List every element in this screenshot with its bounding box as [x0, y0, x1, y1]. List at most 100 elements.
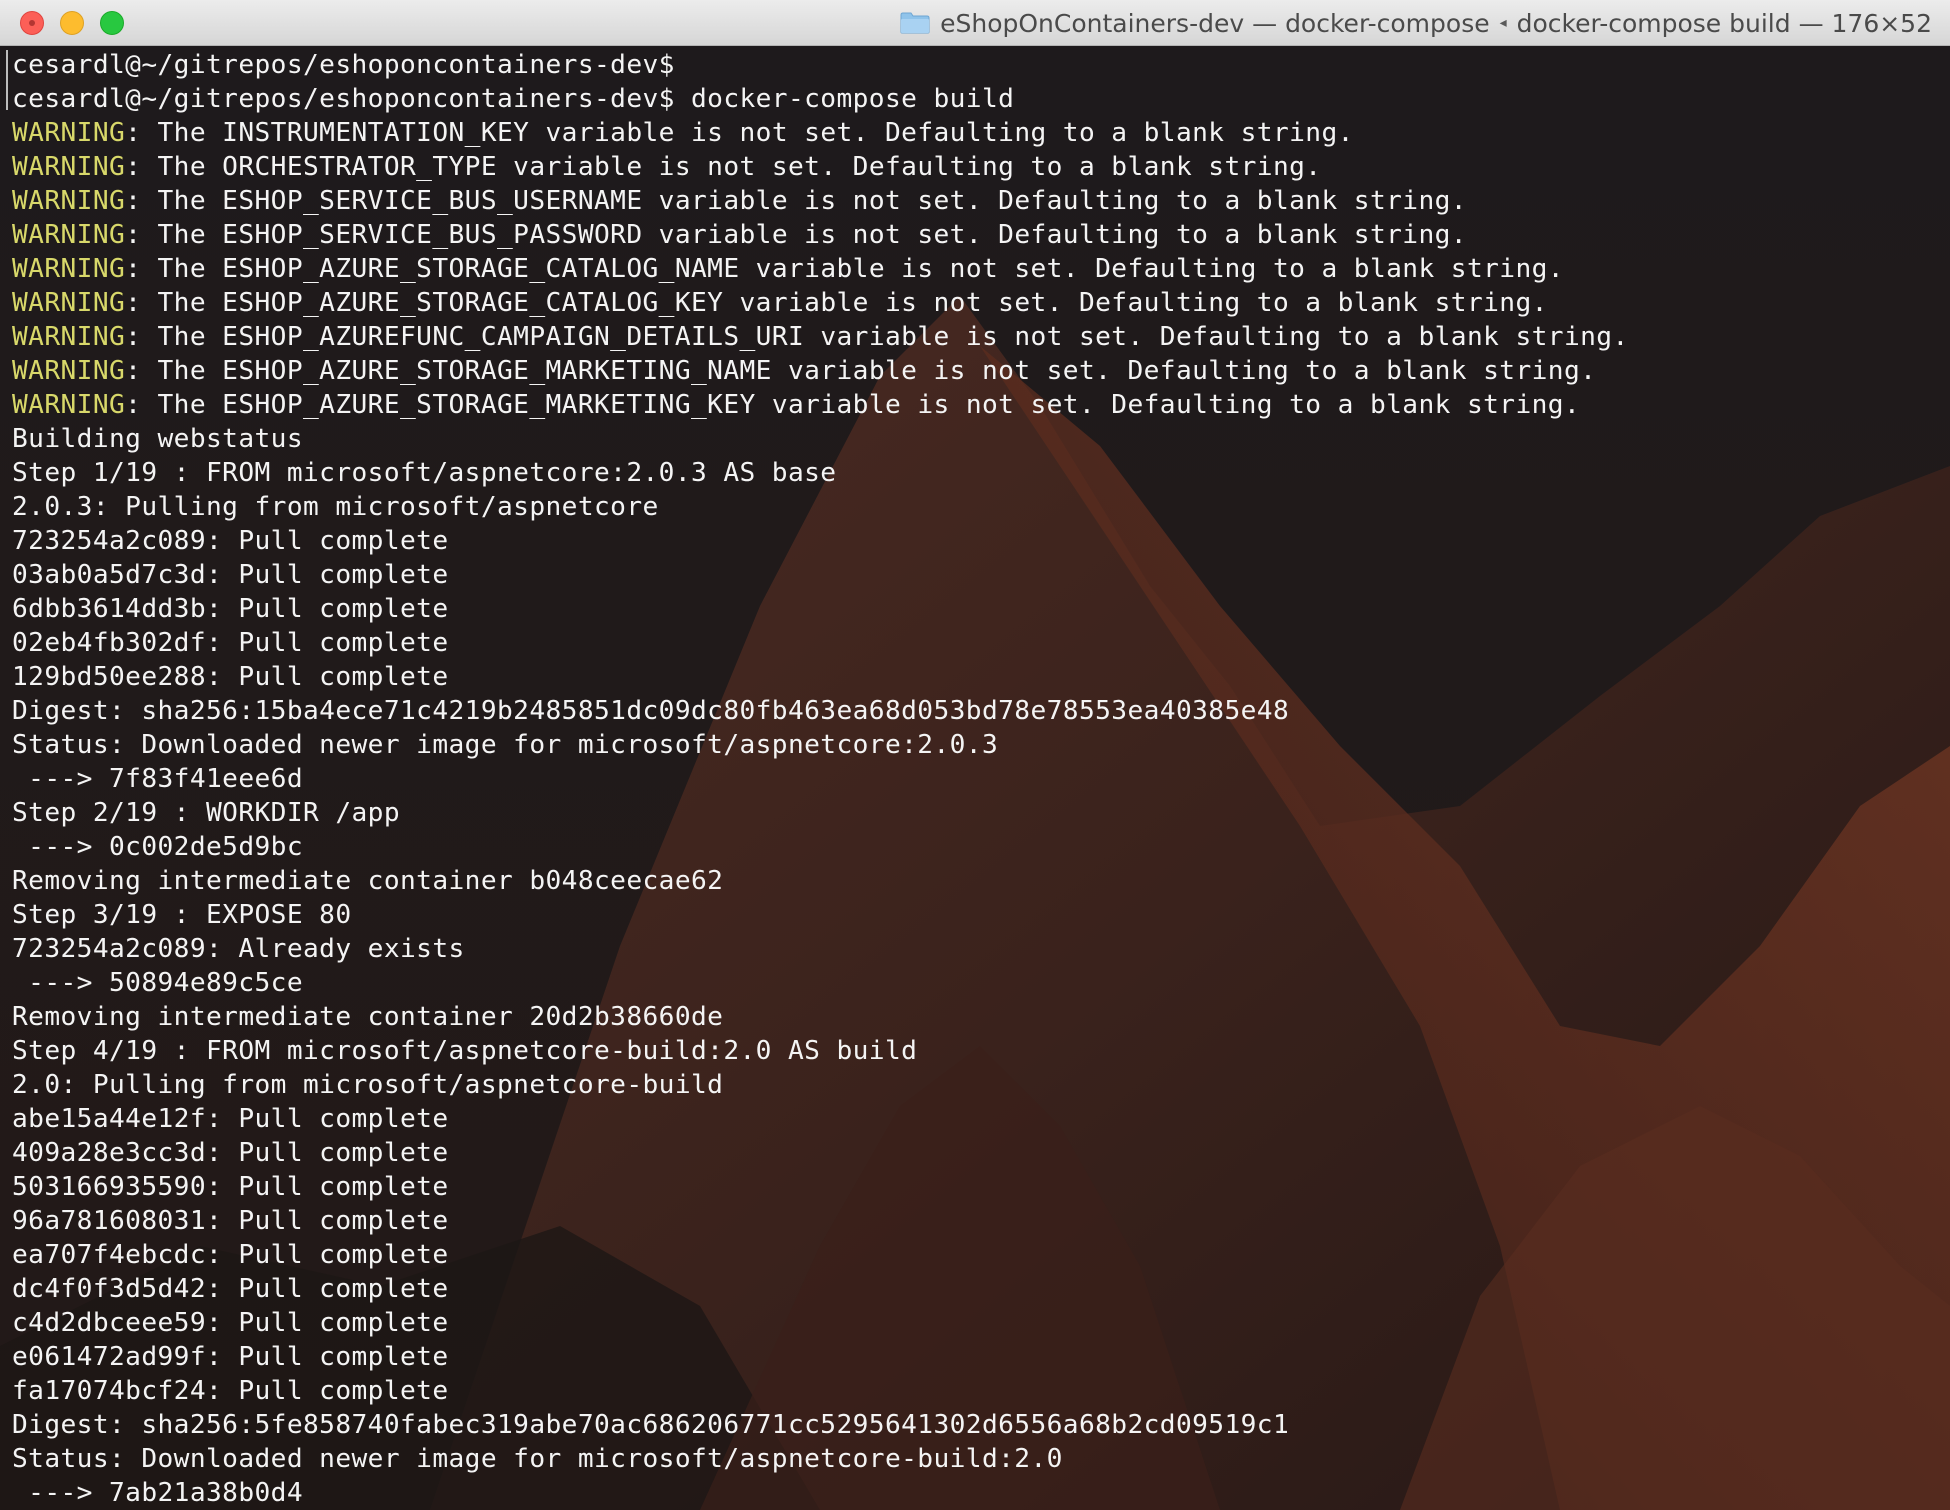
- terminal-line: 2.0.3: Pulling from microsoft/aspnetcore: [12, 490, 1942, 524]
- line-text: 03ab0a5d7c3d: Pull complete: [12, 560, 449, 590]
- line-text: dc4f0f3d5d42: Pull complete: [12, 1274, 449, 1304]
- line-text: Step 3/19 : EXPOSE 80: [12, 900, 352, 930]
- line-text: Removing intermediate container b048ceec…: [12, 866, 724, 896]
- terminal-line: Digest: sha256:5fe858740fabec319abe70ac6…: [12, 1408, 1942, 1442]
- terminal-line: WARNING: The ESHOP_SERVICE_BUS_PASSWORD …: [12, 218, 1942, 252]
- line-text: Step 4/19 : FROM microsoft/aspnetcore-bu…: [12, 1036, 918, 1066]
- line-text: 6dbb3614dd3b: Pull complete: [12, 594, 449, 624]
- line-text: ---> 7ab21a38b0d4: [12, 1478, 303, 1508]
- terminal-line: Status: Downloaded newer image for micro…: [12, 728, 1942, 762]
- line-text: Status: Downloaded newer image for micro…: [12, 730, 999, 760]
- line-text: Digest: sha256:5fe858740fabec319abe70ac6…: [12, 1410, 1290, 1440]
- folder-icon: [900, 12, 930, 34]
- terminal-line: 02eb4fb302df: Pull complete: [12, 626, 1942, 660]
- terminal-line: abe15a44e12f: Pull complete: [12, 1102, 1942, 1136]
- warning-label: WARNING: [12, 118, 126, 148]
- terminal-line: 129bd50ee288: Pull complete: [12, 660, 1942, 694]
- line-text: : The ESHOP_AZURE_STORAGE_MARKETING_KEY …: [125, 390, 1581, 420]
- line-text: fa17074bcf24: Pull complete: [12, 1376, 449, 1406]
- terminal-output-area[interactable]: cesardl@~/gitrepos/eshoponcontainers-dev…: [0, 46, 1950, 1510]
- terminal-line: ---> 50894e89c5ce: [12, 966, 1942, 1000]
- line-text: 129bd50ee288: Pull complete: [12, 662, 449, 692]
- line-text: ea707f4ebcdc: Pull complete: [12, 1240, 449, 1270]
- terminal-line: fa17074bcf24: Pull complete: [12, 1374, 1942, 1408]
- line-text: Digest: sha256:15ba4ece71c4219b2485851dc…: [12, 696, 1290, 726]
- terminal-window: eShopOnContainers-dev — docker-compose ◂…: [0, 0, 1950, 1510]
- terminal-line: WARNING: The ESHOP_AZURE_STORAGE_CATALOG…: [12, 252, 1942, 286]
- line-text: Building webstatus: [12, 424, 303, 454]
- warning-label: WARNING: [12, 220, 126, 250]
- line-text: : The ESHOP_AZUREFUNC_CAMPAIGN_DETAILS_U…: [125, 322, 1629, 352]
- terminal-line: Step 1/19 : FROM microsoft/aspnetcore:2.…: [12, 456, 1942, 490]
- terminal-line: WARNING: The ESHOP_SERVICE_BUS_USERNAME …: [12, 184, 1942, 218]
- scroll-indicator: [6, 50, 8, 110]
- terminal-line: c4d2dbceee59: Pull complete: [12, 1306, 1942, 1340]
- title-folder-name: eShopOnContainers-dev: [940, 8, 1245, 38]
- terminal-line: ---> 0c002de5d9bc: [12, 830, 1942, 864]
- terminal-line: ---> 7f83f41eee6d: [12, 762, 1942, 796]
- title-separator: —: [1798, 8, 1824, 38]
- terminal-line: 6dbb3614dd3b: Pull complete: [12, 592, 1942, 626]
- window-title: eShopOnContainers-dev — docker-compose ◂…: [900, 0, 1932, 46]
- title-bar[interactable]: eShopOnContainers-dev — docker-compose ◂…: [0, 0, 1950, 46]
- line-text: e061472ad99f: Pull complete: [12, 1342, 449, 1372]
- line-text: : The ESHOP_SERVICE_BUS_USERNAME variabl…: [125, 186, 1467, 216]
- terminal-line: 409a28e3cc3d: Pull complete: [12, 1136, 1942, 1170]
- warning-label: WARNING: [12, 254, 126, 284]
- line-text: : The INSTRUMENTATION_KEY variable is no…: [125, 118, 1354, 148]
- terminal-line: dc4f0f3d5d42: Pull complete: [12, 1272, 1942, 1306]
- line-text: 96a781608031: Pull complete: [12, 1206, 449, 1236]
- line-text: abe15a44e12f: Pull complete: [12, 1104, 449, 1134]
- line-text: c4d2dbceee59: Pull complete: [12, 1308, 449, 1338]
- terminal-line: cesardl@~/gitrepos/eshoponcontainers-dev…: [12, 82, 1942, 116]
- warning-label: WARNING: [12, 288, 126, 318]
- line-text: 409a28e3cc3d: Pull complete: [12, 1138, 449, 1168]
- line-text: 723254a2c089: Already exists: [12, 934, 465, 964]
- line-text: 503166935590: Pull complete: [12, 1172, 449, 1202]
- line-text: Step 1/19 : FROM microsoft/aspnetcore:2.…: [12, 458, 837, 488]
- title-separator: —: [1252, 8, 1278, 38]
- terminal-line: Building webstatus: [12, 422, 1942, 456]
- terminal-line: 723254a2c089: Already exists: [12, 932, 1942, 966]
- warning-label: WARNING: [12, 390, 126, 420]
- terminal-line: cesardl@~/gitrepos/eshoponcontainers-dev…: [12, 48, 1942, 82]
- line-text: cesardl@~/gitrepos/eshoponcontainers-dev…: [12, 84, 1015, 114]
- terminal-line: Digest: sha256:15ba4ece71c4219b2485851dc…: [12, 694, 1942, 728]
- line-text: ---> 50894e89c5ce: [12, 968, 303, 998]
- terminal-line: 723254a2c089: Pull complete: [12, 524, 1942, 558]
- zoom-button[interactable]: [100, 11, 124, 35]
- terminal-line: 96a781608031: Pull complete: [12, 1204, 1942, 1238]
- terminal-line: e061472ad99f: Pull complete: [12, 1340, 1942, 1374]
- terminal-line: 2.0: Pulling from microsoft/aspnetcore-b…: [12, 1068, 1942, 1102]
- line-text: : The ESHOP_AZURE_STORAGE_CATALOG_NAME v…: [125, 254, 1564, 284]
- line-text: Status: Downloaded newer image for micro…: [12, 1444, 1063, 1474]
- title-terminal-size: 176×52: [1831, 8, 1932, 38]
- terminal-line: WARNING: The ESHOP_AZURE_STORAGE_CATALOG…: [12, 286, 1942, 320]
- line-text: : The ESHOP_AZURE_STORAGE_CATALOG_KEY va…: [125, 288, 1548, 318]
- title-command: docker-compose build: [1516, 8, 1791, 38]
- title-process-name: docker-compose: [1285, 8, 1490, 38]
- terminal-line: Removing intermediate container b048ceec…: [12, 864, 1942, 898]
- terminal-line: 03ab0a5d7c3d: Pull complete: [12, 558, 1942, 592]
- minimize-button[interactable]: [60, 11, 84, 35]
- terminal-line: WARNING: The ESHOP_AZURE_STORAGE_MARKETI…: [12, 388, 1942, 422]
- warning-label: WARNING: [12, 186, 126, 216]
- terminal-text: cesardl@~/gitrepos/eshoponcontainers-dev…: [12, 48, 1942, 1510]
- line-text: Step 2/19 : WORKDIR /app: [12, 798, 400, 828]
- terminal-line: WARNING: The ESHOP_AZURE_STORAGE_MARKETI…: [12, 354, 1942, 388]
- line-text: cesardl@~/gitrepos/eshoponcontainers-dev…: [12, 50, 675, 80]
- line-text: 2.0.3: Pulling from microsoft/aspnetcore: [12, 492, 659, 522]
- line-text: ---> 7f83f41eee6d: [12, 764, 303, 794]
- terminal-line: WARNING: The INSTRUMENTATION_KEY variabl…: [12, 116, 1942, 150]
- line-text: 02eb4fb302df: Pull complete: [12, 628, 449, 658]
- terminal-line: Step 4/19 : FROM microsoft/aspnetcore-bu…: [12, 1034, 1942, 1068]
- terminal-line: Step 2/19 : WORKDIR /app: [12, 796, 1942, 830]
- close-button[interactable]: [20, 11, 44, 35]
- line-text: Removing intermediate container 20d2b386…: [12, 1002, 724, 1032]
- terminal-line: WARNING: The ORCHESTRATOR_TYPE variable …: [12, 150, 1942, 184]
- line-text: 2.0: Pulling from microsoft/aspnetcore-b…: [12, 1070, 724, 1100]
- terminal-line: Status: Downloaded newer image for micro…: [12, 1442, 1942, 1476]
- line-text: : The ESHOP_SERVICE_BUS_PASSWORD variabl…: [125, 220, 1467, 250]
- terminal-line: Step 3/19 : EXPOSE 80: [12, 898, 1942, 932]
- terminal-line: ea707f4ebcdc: Pull complete: [12, 1238, 1942, 1272]
